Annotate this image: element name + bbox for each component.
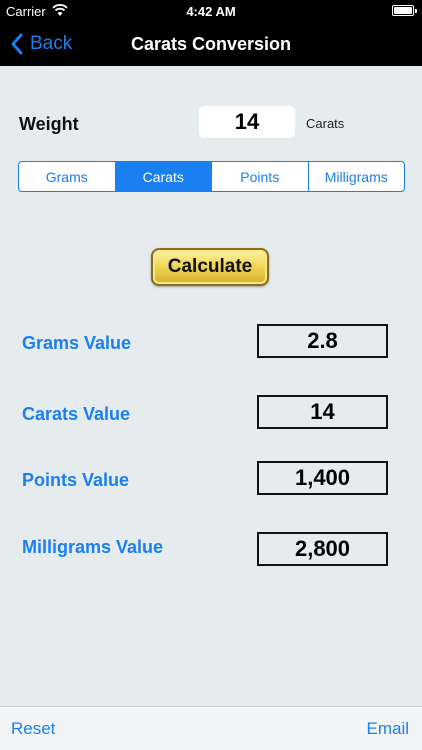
status-time: 4:42 AM [186,4,236,19]
carats-value-label: Carats Value [22,404,131,424]
email-button[interactable]: Email [366,719,409,739]
grams-value-box: 2.8 [257,324,388,358]
milligrams-value-label: Milligrams Value [22,537,164,557]
points-value-box: 1,400 [257,461,388,495]
navigation-bar: Back Carats Conversion [0,22,422,66]
segment-milligrams[interactable]: Milligrams [309,162,405,191]
milligrams-value-box: 2,800 [257,532,388,566]
segment-grams[interactable]: Grams [19,162,116,191]
battery-icon [392,5,417,16]
unit-segmented-control: Grams Carats Points Milligrams [18,161,405,192]
grams-value-label: Grams Value [22,333,132,353]
status-bar: Carrier 4:42 AM [0,0,422,22]
segment-points[interactable]: Points [212,162,309,191]
top-bar: Carrier 4:42 AM Back Carats Conversion [0,0,422,66]
bottom-toolbar: Reset Email [0,706,422,750]
weight-unit-label: Carats [306,116,345,131]
points-value-label: Points Value [22,470,130,490]
weight-input[interactable] [199,106,295,138]
segment-carats[interactable]: Carats [115,162,212,191]
calculate-button[interactable]: Calculate [151,248,269,286]
page-title: Carats Conversion [130,34,292,54]
carats-value-box: 14 [257,395,388,429]
weight-label: Weight [19,114,79,134]
reset-button[interactable]: Reset [11,719,55,739]
